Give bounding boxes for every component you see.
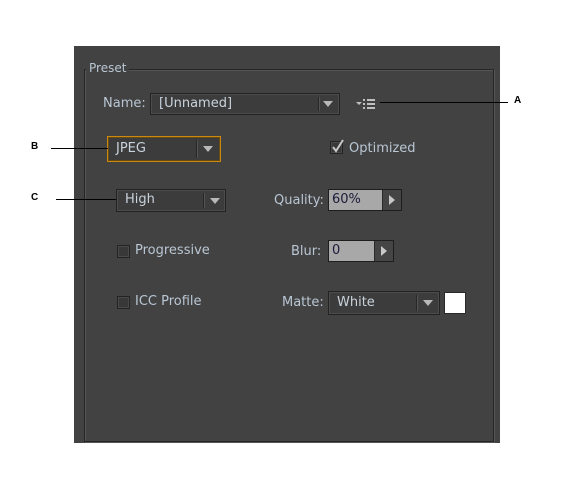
quality-preset-value: High <box>125 192 155 207</box>
optimized-label[interactable]: Optimized <box>349 141 416 157</box>
callout-c-label: C <box>31 192 39 203</box>
callout-a-label: A <box>514 95 522 106</box>
file-format-dropdown[interactable]: JPEG <box>107 136 221 162</box>
preset-name-dropdown[interactable]: [Unnamed] <box>150 93 340 115</box>
callout-c-line <box>56 199 116 200</box>
quality-value[interactable]: 60% <box>332 192 361 208</box>
play-arrow-icon <box>381 246 387 256</box>
chevron-down-icon <box>323 101 333 107</box>
blur-field[interactable]: 0 <box>328 240 394 262</box>
quality-slider-button[interactable] <box>382 190 401 210</box>
matte-label: Matte: <box>282 295 324 310</box>
dropdown-separator <box>203 193 205 208</box>
blur-label: Blur: <box>291 244 322 259</box>
matte-dropdown[interactable]: White <box>328 291 440 315</box>
checkmark-icon <box>332 139 344 153</box>
preset-name-value: [Unnamed] <box>159 96 233 111</box>
quality-preset-dropdown[interactable]: High <box>116 189 226 212</box>
callout-a-line <box>380 102 508 103</box>
optimized-checkbox[interactable] <box>330 139 344 154</box>
icc-profile-label[interactable]: ICC Profile <box>135 294 202 310</box>
callout-b-line <box>51 148 108 149</box>
chevron-down-icon <box>203 146 213 152</box>
callout-b-label: B <box>31 141 39 152</box>
preset-group-title: Preset <box>86 61 130 75</box>
icc-profile-checkbox[interactable] <box>117 296 130 309</box>
chevron-down-icon <box>210 198 220 204</box>
quality-field[interactable]: 60% <box>328 189 402 211</box>
chevron-down-icon <box>423 300 433 306</box>
play-arrow-icon <box>389 195 395 205</box>
options-menu-icon[interactable] <box>356 96 376 115</box>
blur-value[interactable]: 0 <box>332 243 340 259</box>
blur-slider-button[interactable] <box>374 241 393 261</box>
dropdown-separator <box>416 295 418 311</box>
dropdown-separator <box>196 140 198 158</box>
file-format-value: JPEG <box>116 141 146 156</box>
name-label: Name: <box>103 96 146 111</box>
matte-value: White <box>337 295 375 310</box>
dropdown-separator <box>318 97 320 111</box>
quality-label: Quality: <box>274 193 324 208</box>
progressive-label[interactable]: Progressive <box>135 243 210 259</box>
optimize-settings-panel: Preset Name: [Unnamed] JPEG Optimized Hi… <box>74 46 500 443</box>
matte-color-swatch[interactable] <box>444 292 466 314</box>
progressive-checkbox[interactable] <box>117 245 130 258</box>
